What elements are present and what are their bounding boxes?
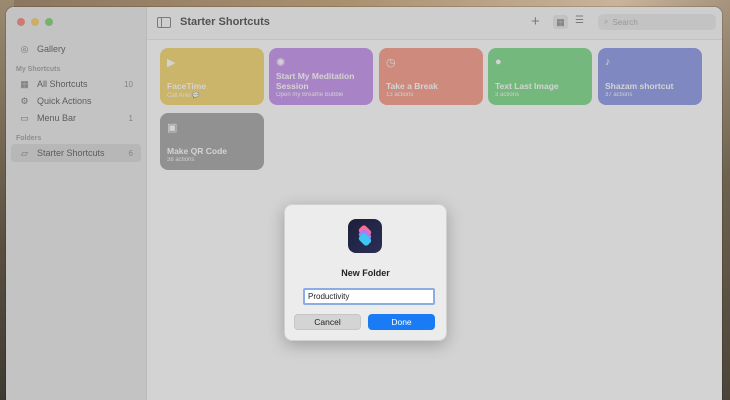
done-button[interactable]: Done <box>368 314 435 330</box>
folder-name-input[interactable] <box>303 288 435 305</box>
new-folder-dialog: New Folder Cancel Done <box>284 204 447 341</box>
dialog-title: New Folder <box>341 268 390 278</box>
cancel-button[interactable]: Cancel <box>294 314 361 330</box>
shortcuts-app-icon <box>348 219 382 253</box>
